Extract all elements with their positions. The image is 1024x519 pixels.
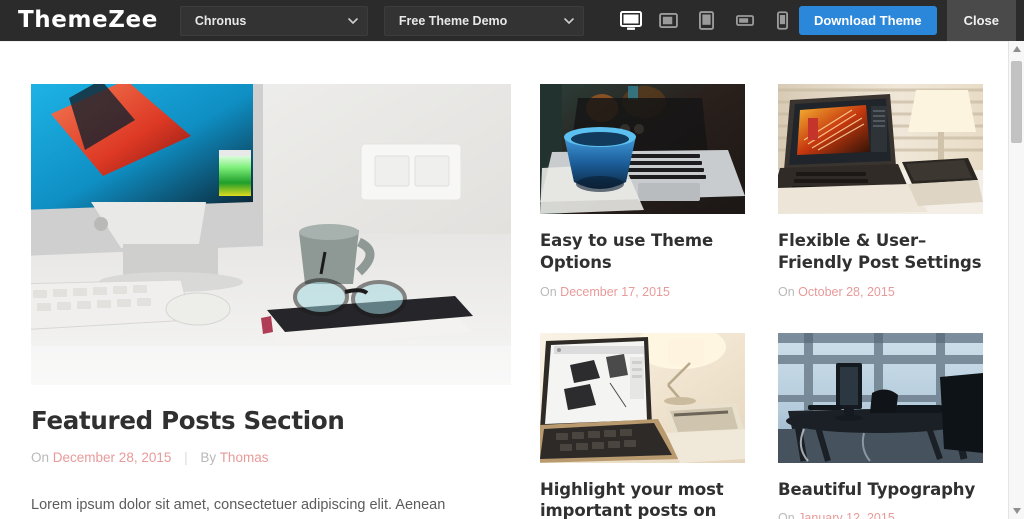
- featured-post-title[interactable]: Featured Posts Section: [31, 406, 511, 435]
- featured-post-date[interactable]: December 28, 2015: [53, 450, 172, 465]
- demo-select[interactable]: Free Theme Demo: [383, 5, 584, 36]
- scrollbar-thumb[interactable]: [1011, 61, 1022, 143]
- post-card[interactable]: Beautiful Typography On January 12, 2015: [778, 332, 983, 519]
- tablet-portrait-icon[interactable]: [694, 8, 720, 34]
- post-thumbnail[interactable]: [778, 332, 983, 463]
- meta-on-label: On: [540, 284, 557, 299]
- post-title[interactable]: Easy to use Theme Options: [540, 230, 745, 274]
- featured-post-author[interactable]: Thomas: [220, 450, 269, 465]
- theme-preview-viewport: Featured Posts Section On December 28, 2…: [0, 41, 1024, 519]
- toolbar-actions: Download Theme Close: [798, 0, 1016, 41]
- post-card[interactable]: Flexible & User–Friendly Post Settings O…: [778, 84, 983, 299]
- post-title[interactable]: Beautiful Typography: [778, 479, 983, 501]
- demo-select-value: Free Theme Demo: [398, 13, 508, 28]
- meta-on-label: On: [778, 511, 795, 519]
- post-card[interactable]: Highlight your most important posts on t…: [540, 332, 745, 519]
- post-meta: On October 28, 2015: [778, 285, 983, 299]
- post-thumbnail[interactable]: [540, 84, 745, 214]
- content-top-divider: [0, 41, 1008, 42]
- mobile-landscape-icon[interactable]: [732, 8, 758, 34]
- post-date[interactable]: October 28, 2015: [798, 285, 895, 299]
- posts-grid: Featured Posts Section On December 28, 2…: [31, 84, 983, 519]
- theme-preview-toolbar: ThemeZee Chronus Free Theme Demo Downloa…: [0, 0, 1024, 41]
- close-button[interactable]: Close: [946, 0, 1016, 41]
- meta-on-label: On: [778, 284, 795, 299]
- featured-post-excerpt: Lorem ipsum dolor sit amet, consectetuer…: [31, 496, 446, 513]
- secondary-posts-grid: Easy to use Theme Options On December 17…: [540, 84, 983, 519]
- meta-by-label: By: [200, 450, 217, 466]
- post-meta: On January 12, 2015: [778, 511, 983, 519]
- chevron-down-icon: [348, 17, 358, 24]
- post-meta: On December 17, 2015: [540, 285, 745, 299]
- post-thumbnail[interactable]: [778, 84, 983, 214]
- desktop-icon[interactable]: [618, 8, 644, 34]
- device-preview-switcher: [618, 8, 796, 34]
- chevron-down-icon: [564, 17, 574, 24]
- post-thumbnail[interactable]: [540, 332, 745, 463]
- featured-post-thumbnail[interactable]: [31, 84, 511, 385]
- featured-post-meta: On December 28, 2015 | By Thomas: [31, 450, 511, 466]
- tablet-landscape-icon[interactable]: [656, 8, 682, 34]
- theme-select[interactable]: Chronus: [179, 5, 368, 36]
- download-theme-button[interactable]: Download Theme: [798, 6, 937, 35]
- triangle-down-icon[interactable]: [1009, 503, 1024, 519]
- post-date[interactable]: January 12, 2015: [798, 511, 895, 519]
- theme-select-value: Chronus: [194, 13, 247, 28]
- site-content: Featured Posts Section On December 28, 2…: [0, 41, 1008, 519]
- featured-post[interactable]: Featured Posts Section On December 28, 2…: [31, 84, 511, 519]
- mobile-portrait-icon[interactable]: [770, 8, 796, 34]
- post-title[interactable]: Flexible & User–Friendly Post Settings: [778, 230, 983, 274]
- triangle-up-icon[interactable]: [1009, 41, 1024, 57]
- meta-on-label: On: [31, 450, 50, 466]
- meta-separator: |: [184, 450, 188, 466]
- vertical-scrollbar[interactable]: [1008, 41, 1024, 519]
- post-date[interactable]: December 17, 2015: [560, 285, 670, 299]
- post-title[interactable]: Highlight your most important posts on t…: [540, 479, 745, 519]
- brand-logo: ThemeZee: [18, 7, 158, 33]
- post-card[interactable]: Easy to use Theme Options On December 17…: [540, 84, 745, 299]
